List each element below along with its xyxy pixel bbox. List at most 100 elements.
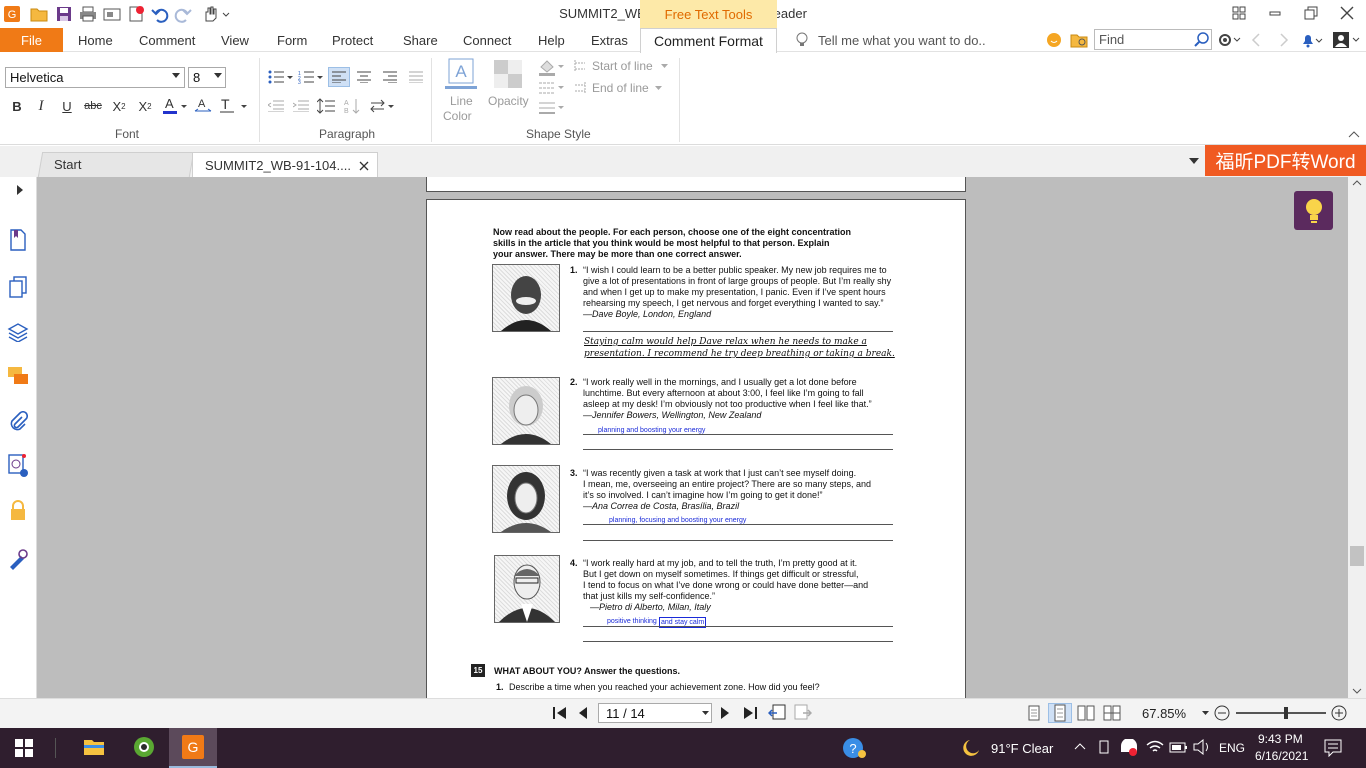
screenshot-icon[interactable]: [102, 4, 122, 24]
notification-center-icon[interactable]: [1324, 739, 1342, 757]
undo-icon[interactable]: [150, 4, 170, 24]
menu-protect[interactable]: Protect: [332, 28, 373, 52]
gear-icon[interactable]: [1217, 28, 1241, 52]
first-page-icon[interactable]: [552, 706, 568, 720]
bullet-list-button[interactable]: [268, 67, 294, 87]
opacity-label[interactable]: Opacity: [488, 94, 529, 108]
foxit-taskbar-button[interactable]: G: [169, 728, 217, 768]
layers-icon[interactable]: [6, 320, 30, 344]
increase-indent-button[interactable]: [291, 96, 311, 116]
volume-icon[interactable]: [1193, 739, 1211, 755]
attachment-icon[interactable]: [6, 410, 30, 434]
menu-home[interactable]: Home: [78, 28, 113, 52]
lock-icon[interactable]: [6, 499, 30, 523]
previous-page-icon[interactable]: [578, 706, 588, 720]
scroll-up-icon[interactable]: [1352, 180, 1362, 186]
chevron-down-icon[interactable]: [1202, 711, 1209, 716]
browser-icon[interactable]: [133, 736, 155, 758]
previous-view-icon[interactable]: [768, 704, 786, 722]
align-right-button[interactable]: [380, 67, 400, 87]
menu-form[interactable]: Form: [277, 28, 307, 52]
windows-start-icon[interactable]: [15, 739, 33, 757]
expand-panel-icon[interactable]: [13, 178, 27, 202]
zoom-level[interactable]: 67.85%: [1142, 706, 1186, 721]
vertical-scrollbar[interactable]: [1348, 177, 1366, 698]
tab-list-icon[interactable]: [1189, 158, 1199, 165]
superscript-button[interactable]: X2: [109, 96, 129, 116]
zoom-in-icon[interactable]: [1331, 705, 1347, 721]
line-width-icon[interactable]: [538, 101, 566, 115]
feedback-icon[interactable]: [1046, 28, 1062, 52]
next-view-icon[interactable]: [794, 704, 812, 722]
find-folder-icon[interactable]: [1070, 28, 1088, 52]
previous-result-icon[interactable]: [1250, 28, 1262, 52]
tray-chevron-up-icon[interactable]: [1074, 742, 1086, 750]
strikethrough-button[interactable]: abc: [83, 96, 103, 116]
open-folder-icon[interactable]: [29, 4, 49, 24]
continuous-facing-icon[interactable]: [1103, 705, 1121, 721]
opacity-icon[interactable]: [494, 60, 522, 88]
tab-start-label[interactable]: Start: [42, 152, 182, 177]
fill-color-icon[interactable]: [538, 58, 566, 76]
facing-view-icon[interactable]: [1077, 705, 1095, 721]
decrease-indent-button[interactable]: [266, 96, 286, 116]
account-icon[interactable]: [1332, 28, 1362, 52]
search-icon[interactable]: [1194, 28, 1210, 52]
pdf-to-word-promo[interactable]: 福昕PDF转Word: [1205, 145, 1366, 176]
menu-extras[interactable]: Extras: [591, 28, 628, 52]
end-of-line-dropdown[interactable]: End of line: [592, 81, 649, 95]
weather-text[interactable]: 91°F Clear: [991, 741, 1053, 756]
close-tab-icon[interactable]: [359, 161, 369, 171]
tell-me-box[interactable]: Tell me what you want to do..: [818, 28, 986, 52]
bold-button[interactable]: B: [7, 96, 27, 116]
menu-comment-format[interactable]: Comment Format: [640, 28, 777, 53]
save-icon[interactable]: [54, 4, 74, 24]
typed-answer-4a[interactable]: positive thinking: [607, 617, 657, 626]
line-style-icon[interactable]: [538, 81, 566, 95]
security-alert-icon[interactable]: [1120, 739, 1138, 757]
menu-connect[interactable]: Connect: [463, 28, 511, 52]
menu-view[interactable]: View: [221, 28, 249, 52]
free-text-tools-context-tab[interactable]: Free Text Tools: [640, 0, 777, 28]
line-color-icon[interactable]: A: [445, 58, 477, 90]
sort-icon[interactable]: AB: [343, 96, 363, 116]
subscript-button[interactable]: X2: [135, 96, 155, 116]
signature-icon[interactable]: [6, 454, 30, 478]
scrollbar-thumb[interactable]: [1350, 546, 1364, 566]
justify-button[interactable]: [406, 67, 426, 87]
page-number-input[interactable]: 11 / 14: [598, 703, 712, 723]
print-icon[interactable]: [78, 4, 98, 24]
collapse-ribbon-icon[interactable]: [1348, 130, 1360, 138]
italic-button[interactable]: I: [31, 96, 51, 116]
new-pdf-icon[interactable]: [126, 4, 146, 24]
comments-icon[interactable]: [6, 364, 30, 388]
character-spacing-icon[interactable]: A: [193, 96, 213, 116]
last-page-icon[interactable]: [742, 706, 758, 720]
end-of-line-icon[interactable]: [573, 81, 587, 95]
underline-button[interactable]: U: [57, 96, 77, 116]
notification-bell-icon[interactable]: [1300, 28, 1324, 52]
file-menu[interactable]: File: [0, 28, 63, 52]
font-name-select[interactable]: Helvetica: [5, 67, 185, 88]
chevron-down-icon[interactable]: [702, 711, 709, 716]
scroll-down-icon[interactable]: [1352, 688, 1362, 694]
foxit-logo-icon[interactable]: G: [2, 4, 22, 24]
align-left-button[interactable]: [328, 67, 350, 87]
redo-icon[interactable]: [173, 4, 193, 24]
single-page-view-icon[interactable]: [1027, 705, 1041, 721]
paragraph-spacing-button[interactable]: [370, 96, 396, 116]
continuous-view-icon[interactable]: [1048, 703, 1072, 723]
next-page-icon[interactable]: [720, 706, 730, 720]
numbered-list-button[interactable]: 123: [298, 67, 324, 87]
start-of-line-icon[interactable]: [573, 59, 587, 73]
line-spacing-button[interactable]: [316, 96, 336, 116]
clock-date[interactable]: 6/16/2021: [1255, 749, 1308, 763]
menu-share[interactable]: Share: [403, 28, 438, 52]
layout-icon[interactable]: [1222, 0, 1256, 26]
restore-icon[interactable]: [1294, 0, 1328, 26]
close-icon[interactable]: [1330, 0, 1364, 26]
align-center-button[interactable]: [354, 67, 374, 87]
lightbulb-icon[interactable]: [1294, 191, 1333, 230]
wifi-icon[interactable]: [1146, 739, 1164, 755]
text-style-button[interactable]: T: [219, 96, 251, 116]
